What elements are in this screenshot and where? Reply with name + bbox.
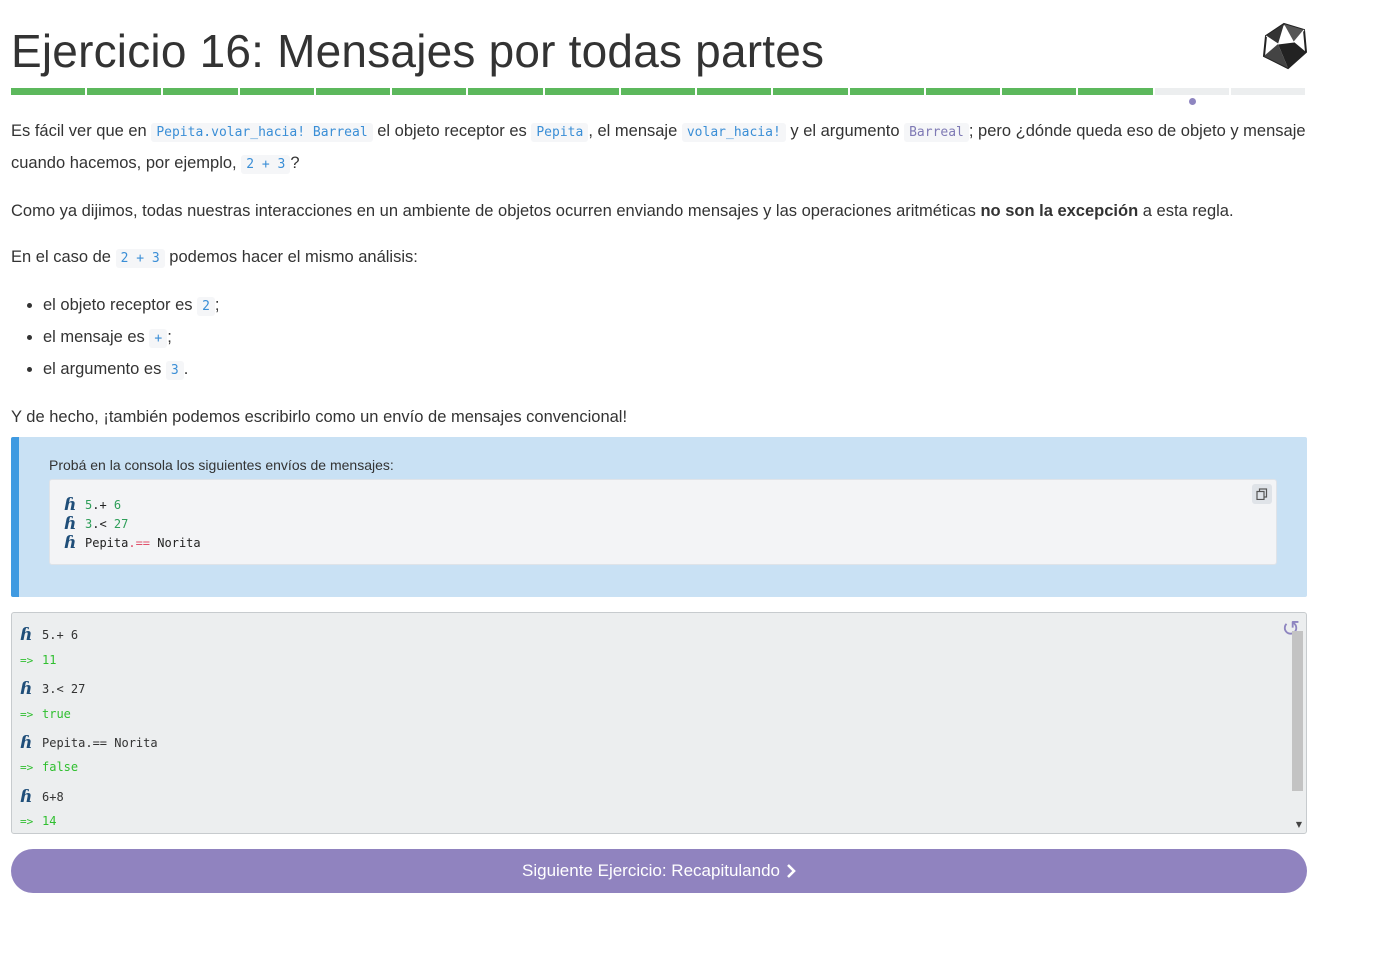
exercise-description: Es fácil ver que en Pepita.volar_hacia! … <box>11 116 1311 432</box>
progress-segment[interactable] <box>620 88 696 95</box>
result-arrow-icon: => <box>20 814 34 828</box>
code-snippet: 2 + 3 <box>241 155 291 174</box>
code-snippet: 2 + 3 <box>115 249 165 268</box>
progress-segment[interactable] <box>392 88 467 95</box>
progress-segment[interactable] <box>315 88 391 95</box>
code-snippet: + <box>149 329 168 348</box>
ruby-gem-icon <box>1262 22 1308 70</box>
chevron-right-icon <box>787 864 796 878</box>
console-input-line: ɦ 3.< 27 <box>20 679 86 699</box>
analysis-list: el objeto receptor es 2; el mensaje es +… <box>11 290 1311 386</box>
progress-segment[interactable] <box>544 88 619 95</box>
paragraph-intro: Es fácil ver que en Pepita.volar_hacia! … <box>11 122 1306 174</box>
prompt-icon: ɦ <box>20 787 33 807</box>
code-snippet: Pepita.volar_hacia! Barreal <box>151 123 373 142</box>
code-block: ɦ 5.+ 6 ɦ 3.< 27 ɦ Pepita.== Norita <box>49 479 1277 565</box>
paragraph-conclusion: Y de hecho, ¡también podemos escribirlo … <box>11 408 628 426</box>
paragraph-analysis: En el caso de 2 + 3 podemos hacer el mis… <box>11 248 418 268</box>
progress-segment[interactable] <box>239 88 314 95</box>
code-snippet: 2 <box>197 297 215 316</box>
prompt-icon: ɦ <box>20 679 33 699</box>
current-exercise-marker <box>1189 98 1196 105</box>
callout-text: Probá en la consola los siguientes envío… <box>49 457 394 473</box>
progress-segment[interactable] <box>1078 88 1153 95</box>
console-input-line: ɦ 6+8 <box>20 787 64 807</box>
progress-segment[interactable] <box>11 88 86 95</box>
code-line: ɦ 5.+ 6 <box>64 495 122 515</box>
next-exercise-button[interactable]: Siguiente Ejercicio: Recapitulando <box>11 849 1307 893</box>
console-output-line: => 14 <box>20 814 57 828</box>
progress-segment[interactable] <box>163 88 238 95</box>
progress-segment[interactable] <box>773 88 848 95</box>
copy-button[interactable] <box>1252 484 1272 504</box>
next-exercise-label: Siguiente Ejercicio: Recapitulando <box>522 861 780 880</box>
console-input-line: ɦ 5.+ 6 <box>20 625 79 645</box>
scroll-down-arrow-icon[interactable]: ▼ <box>1296 820 1302 829</box>
console-output-line: => false <box>20 760 79 774</box>
result-arrow-icon: => <box>20 653 34 667</box>
code-snippet: Pepita <box>531 123 589 142</box>
progress-segment[interactable] <box>1154 88 1229 95</box>
console-scrollbar[interactable] <box>1292 631 1303 791</box>
progress-segment[interactable] <box>697 88 772 95</box>
copy-icon <box>1256 488 1268 500</box>
instructions-callout: Probá en la consola los siguientes envío… <box>11 437 1307 597</box>
code-line: ɦ Pepita.== Norita <box>64 533 201 553</box>
list-item: el objeto receptor es 2; <box>43 290 1311 322</box>
progress-segment[interactable] <box>925 88 1001 95</box>
console-input-line: ɦ Pepita.== Norita <box>20 733 158 753</box>
exercise-progress-bar <box>11 88 1305 96</box>
code-line: ɦ 3.< 27 <box>64 514 129 534</box>
prompt-icon: ɦ <box>20 733 33 753</box>
code-snippet: volar_hacia! <box>681 123 786 142</box>
result-arrow-icon: => <box>20 707 34 721</box>
paragraph-messages: Como ya dijimos, todas nuestras interacc… <box>11 202 1234 220</box>
prompt-icon: ɦ <box>64 514 77 534</box>
console-output-line: => true <box>20 707 71 721</box>
progress-segment[interactable] <box>87 88 162 95</box>
progress-segment[interactable] <box>849 88 924 95</box>
prompt-icon: ɦ <box>64 533 77 553</box>
page-title: Ejercicio 16: Mensajes por todas partes <box>11 25 825 77</box>
progress-segment[interactable] <box>468 88 543 95</box>
code-snippet: Barreal <box>904 123 969 142</box>
progress-segment[interactable] <box>1002 88 1077 95</box>
interactive-console[interactable]: ɦ 5.+ 6 => 11 ɦ 3.< 27 => true ɦ Pepita.… <box>11 612 1307 834</box>
list-item: el argumento es 3. <box>43 354 1311 386</box>
console-output-line: => 11 <box>20 653 57 667</box>
prompt-icon: ɦ <box>64 495 77 515</box>
list-item: el mensaje es +; <box>43 322 1311 354</box>
prompt-icon: ɦ <box>20 625 33 645</box>
progress-segment[interactable] <box>1230 88 1305 95</box>
bold-text: no son la excepción <box>980 202 1139 220</box>
result-arrow-icon: => <box>20 760 34 774</box>
code-snippet: 3 <box>165 361 184 380</box>
